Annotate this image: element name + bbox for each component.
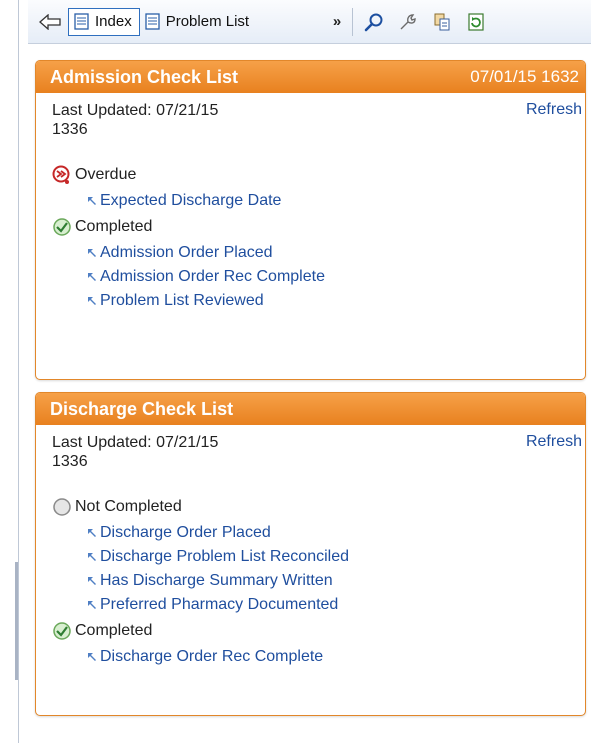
tab-index[interactable]: Index xyxy=(68,7,140,36)
last-updated-date: Last Updated: 07/21/15 xyxy=(52,102,219,119)
status-completed: Completed xyxy=(52,213,585,241)
discharge-check-list-panel: Discharge Check List Last Updated: 07/21… xyxy=(35,392,586,716)
jump-arrow-icon xyxy=(88,553,96,561)
status-label: Completed xyxy=(75,218,153,235)
list-item[interactable]: Expected Discharge Date xyxy=(52,189,585,213)
status-not-completed: Not Completed xyxy=(52,493,585,521)
document-icon xyxy=(145,13,160,30)
panel-title: Discharge Check List xyxy=(50,398,234,419)
back-button[interactable] xyxy=(36,8,64,36)
status-label: Overdue xyxy=(75,166,137,183)
copy-button[interactable] xyxy=(425,7,459,37)
item-label: Admission Order Placed xyxy=(100,244,273,261)
list-item[interactable]: Discharge Problem List Reconciled xyxy=(52,545,585,569)
status-label: Completed xyxy=(75,622,153,639)
left-rail-divider xyxy=(18,0,19,743)
admission-check-list-panel: Admission Check List 07/01/15 1632 Last … xyxy=(35,60,586,380)
panel-title: Admission Check List xyxy=(50,66,239,87)
list-item[interactable]: Admission Order Placed xyxy=(52,241,585,265)
left-rail xyxy=(0,0,26,743)
search-icon xyxy=(364,13,383,31)
item-label: Expected Discharge Date xyxy=(100,192,282,209)
list-item[interactable]: Has Discharge Summary Written xyxy=(52,569,585,593)
item-label: Problem List Reviewed xyxy=(100,292,264,309)
refresh-link[interactable]: Refresh xyxy=(526,101,582,119)
search-button[interactable] xyxy=(357,7,391,37)
item-label: Discharge Order Placed xyxy=(100,524,271,541)
jump-arrow-icon xyxy=(88,249,96,257)
status-overdue: Overdue xyxy=(52,161,585,189)
overflow-button[interactable]: » xyxy=(326,13,348,30)
jump-arrow-icon xyxy=(88,577,96,585)
tab-label: Index xyxy=(95,13,132,30)
not-completed-icon xyxy=(52,497,72,517)
jump-arrow-icon xyxy=(88,601,96,609)
last-updated-time: 1336 xyxy=(52,121,88,138)
overdue-icon xyxy=(52,165,72,185)
item-label: Has Discharge Summary Written xyxy=(100,572,333,589)
back-arrow-icon xyxy=(39,13,61,30)
item-label: Discharge Order Rec Complete xyxy=(100,648,324,665)
last-updated: Last Updated: 07/21/15 1336 xyxy=(52,101,292,139)
item-label: Preferred Pharmacy Documented xyxy=(100,596,339,613)
jump-arrow-icon xyxy=(88,653,96,661)
last-updated: Last Updated: 07/21/15 1336 xyxy=(52,433,292,471)
jump-arrow-icon xyxy=(88,529,96,537)
list-item[interactable]: Discharge Order Placed xyxy=(52,521,585,545)
refresh-icon xyxy=(468,12,484,31)
last-updated-time: 1336 xyxy=(52,453,88,470)
left-rail-resize-handle[interactable] xyxy=(15,562,18,680)
toolbar: Index Problem List » xyxy=(28,0,591,44)
tools-icon xyxy=(400,13,416,29)
toolbar-separator xyxy=(352,7,354,36)
panel-date: 07/01/15 1632 xyxy=(470,67,579,86)
refresh-link[interactable]: Refresh xyxy=(526,433,582,451)
jump-arrow-icon xyxy=(88,273,96,281)
discharge-panel-body: Last Updated: 07/21/15 1336 Refresh Not … xyxy=(36,425,585,669)
refresh-button[interactable] xyxy=(459,7,493,37)
admission-panel-header: Admission Check List 07/01/15 1632 xyxy=(36,61,585,93)
tab-label: Problem List xyxy=(165,13,250,30)
jump-arrow-icon xyxy=(88,297,96,305)
tab-problem-list[interactable]: Problem List xyxy=(140,8,256,36)
list-item[interactable]: Admission Order Rec Complete xyxy=(52,265,585,289)
item-label: Admission Order Rec Complete xyxy=(100,268,325,285)
admission-panel-body: Last Updated: 07/21/15 1336 Refresh Over… xyxy=(36,93,585,313)
discharge-panel-header: Discharge Check List xyxy=(36,393,585,425)
document-icon xyxy=(74,13,89,30)
copy-icon xyxy=(434,13,450,30)
last-updated-date: Last Updated: 07/21/15 xyxy=(52,434,219,451)
completed-icon xyxy=(52,217,72,237)
status-label: Not Completed xyxy=(75,498,182,515)
list-item[interactable]: Problem List Reviewed xyxy=(52,289,585,313)
list-item[interactable]: Preferred Pharmacy Documented xyxy=(52,593,585,617)
tools-button[interactable] xyxy=(391,7,425,37)
item-label: Discharge Problem List Reconciled xyxy=(100,548,349,565)
jump-arrow-icon xyxy=(88,197,96,205)
list-item[interactable]: Discharge Order Rec Complete xyxy=(52,645,585,669)
status-completed: Completed xyxy=(52,617,585,645)
completed-icon xyxy=(52,621,72,641)
